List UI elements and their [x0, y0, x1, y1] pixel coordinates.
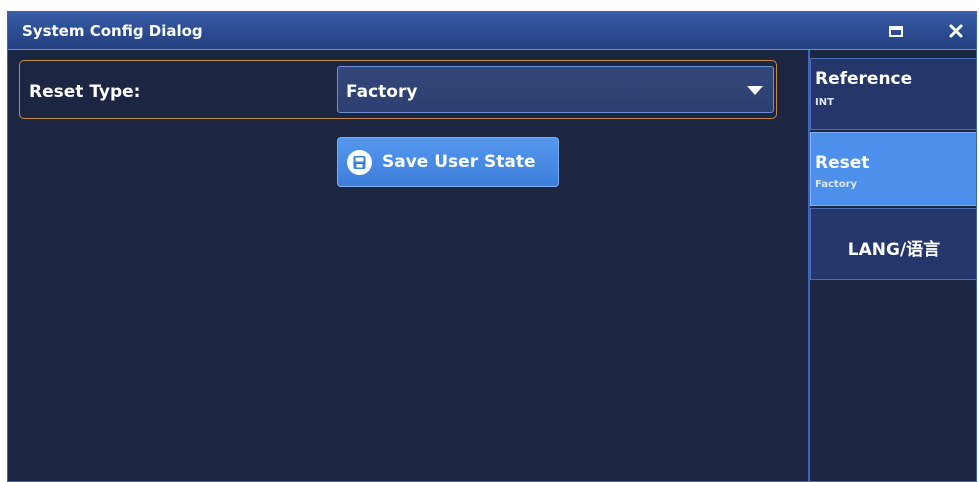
- sidebar-item-subtitle: Factory: [815, 179, 858, 190]
- save-icon: [347, 150, 372, 175]
- maximize-button[interactable]: [882, 17, 910, 45]
- close-button[interactable]: [942, 17, 970, 45]
- reset-type-dropdown[interactable]: Factory: [337, 66, 774, 113]
- save-user-state-label: Save User State: [382, 152, 536, 172]
- sidebar-item-language[interactable]: LANG/语言: [810, 208, 976, 280]
- sidebar: Reference INT Reset Factory LANG/语言: [810, 50, 976, 481]
- sidebar-item-title: Reset: [815, 153, 870, 173]
- dialog-window: System Config Dialog Reset Type: Factory: [7, 11, 977, 482]
- sidebar-item-reset[interactable]: Reset Factory: [810, 132, 976, 206]
- sidebar-item-title: Reference: [815, 69, 913, 89]
- sidebar-item-reference[interactable]: Reference INT: [810, 58, 976, 130]
- maximize-icon: [889, 25, 903, 37]
- reset-type-label: Reset Type:: [29, 82, 141, 102]
- window-title: System Config Dialog: [22, 22, 203, 40]
- save-user-state-button[interactable]: Save User State: [337, 137, 559, 187]
- reset-type-row: Reset Type: Factory: [19, 60, 777, 119]
- main-content: Reset Type: Factory Save User State: [8, 50, 808, 481]
- sidebar-item-title: LANG/语言: [847, 240, 941, 260]
- reset-type-value: Factory: [346, 82, 418, 102]
- close-icon: [949, 24, 963, 38]
- sidebar-item-subtitle: INT: [815, 97, 834, 108]
- chevron-down-icon: [747, 86, 763, 95]
- title-bar: System Config Dialog: [8, 12, 976, 50]
